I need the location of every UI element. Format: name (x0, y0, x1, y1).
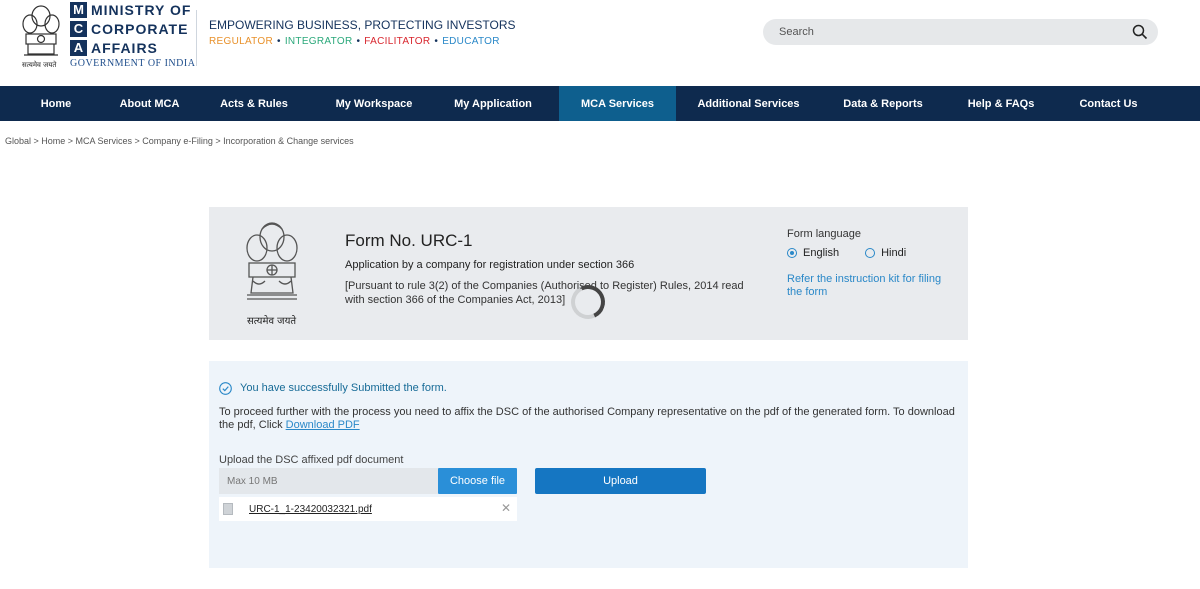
form-rule-text: [Pursuant to rule 3(2) of the Companies … (345, 280, 744, 306)
radio-hindi-label[interactable]: Hindi (881, 247, 906, 259)
roles-line: REGULATOR • INTEGRATOR • FACILITATOR • EDUCATO… (209, 36, 500, 47)
search-icon[interactable] (1132, 24, 1148, 40)
radio-english[interactable] (787, 248, 797, 258)
main-nav: Home About MCA Acts & Rules My Workspace… (0, 86, 1200, 121)
mca-letter: C (70, 20, 87, 37)
nav-item-help-faqs[interactable]: Help & FAQs (945, 86, 1057, 121)
dsc-instruction: To proceed further with the process you … (219, 406, 959, 432)
role-facilitator: FACILITATOR (364, 36, 431, 47)
radio-hindi[interactable] (865, 248, 876, 258)
nav-item-mca-services[interactable]: MCA Services (559, 86, 676, 121)
search-input[interactable]: Search (763, 19, 1158, 45)
role-regulator: REGULATOR (209, 36, 274, 47)
radio-english-label[interactable]: English (803, 247, 839, 259)
submission-status-panel: You have successfully Submitted the form… (209, 361, 968, 568)
form-subtitle: Application by a company for registratio… (345, 259, 635, 271)
choose-file-button[interactable]: Choose file (438, 468, 517, 494)
nav-item-my-workspace[interactable]: My Workspace (321, 86, 427, 121)
mca-letter: A (70, 39, 87, 56)
national-emblem-icon (246, 222, 298, 300)
nav-item-my-application[interactable]: My Application (427, 86, 559, 121)
success-message: You have successfully Submitted the form… (240, 382, 447, 394)
mca-logo[interactable]: M MINISTRY OF C CORPORATE A AFFAIRS (70, 0, 191, 57)
nav-item-acts-rules[interactable]: Acts & Rules (187, 86, 321, 121)
form-language-label: Form language (787, 228, 861, 240)
download-pdf-link[interactable]: Download PDF (286, 419, 360, 431)
emblem-caption: सत्यमेव जयते (22, 61, 57, 69)
language-radio-group: English Hindi (787, 247, 906, 259)
remove-file-icon[interactable]: ✕ (501, 501, 511, 515)
check-circle-icon (219, 382, 232, 395)
mca-word: AFFAIRS (91, 39, 158, 56)
form-header-panel: सत्यमेव जयते Form No. URC-1 Application … (209, 207, 968, 340)
upload-label: Upload the DSC affixed pdf document (219, 454, 404, 466)
uploaded-file-name[interactable]: URC-1_1-23420032321.pdf (249, 504, 372, 515)
emblem-caption: सत्यमेव जयते (247, 316, 297, 327)
pdf-file-icon (223, 503, 233, 515)
nav-item-additional-services[interactable]: Additional Services (676, 86, 821, 121)
tagline: EMPOWERING BUSINESS, PROTECTING INVESTOR… (209, 18, 516, 32)
role-separator: • (356, 36, 361, 47)
government-of-india-label: GOVERNMENT OF INDIA (70, 58, 196, 69)
role-educator: EDUCATOR (442, 36, 500, 47)
role-separator: • (434, 36, 439, 47)
national-emblem-icon (22, 5, 60, 56)
file-input[interactable]: Max 10 MB (219, 468, 438, 494)
upload-button[interactable]: Upload (535, 468, 706, 494)
mca-letter: M (70, 1, 87, 18)
site-header: सत्यमेव जयते M MINISTRY OF C CORPORATE A AF… (0, 0, 1200, 86)
nav-item-data-reports[interactable]: Data & Reports (821, 86, 945, 121)
instruction-kit-link[interactable]: Refer the instruction kit for filing the… (787, 273, 957, 299)
mca-word: MINISTRY OF (91, 1, 192, 18)
search-placeholder: Search (779, 26, 814, 38)
mca-word: CORPORATE (91, 20, 189, 37)
breadcrumb[interactable]: Global > Home > MCA Services > Company e… (5, 136, 354, 146)
nav-item-about-mca[interactable]: About MCA (112, 86, 187, 121)
role-integrator: INTEGRATOR (284, 36, 353, 47)
nav-item-home[interactable]: Home (0, 86, 112, 121)
nav-item-contact-us[interactable]: Contact Us (1057, 86, 1160, 121)
form-title: Form No. URC-1 (345, 231, 473, 250)
uploaded-file-row: URC-1_1-23420032321.pdf ✕ (219, 497, 517, 521)
role-separator: • (277, 36, 281, 47)
header-divider (196, 10, 197, 66)
